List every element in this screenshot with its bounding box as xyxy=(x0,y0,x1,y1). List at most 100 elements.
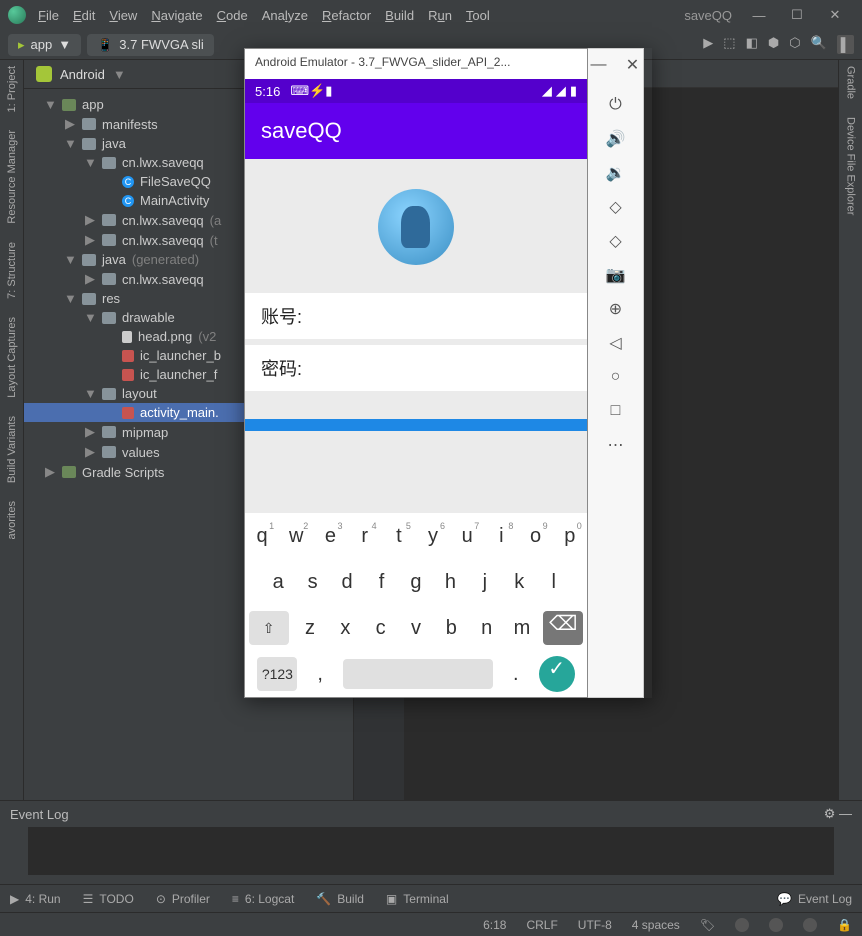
volume-up-icon[interactable]: 🔊 xyxy=(606,129,626,149)
key-h[interactable]: h xyxy=(436,571,464,594)
bottom-tab[interactable]: ▣Terminal xyxy=(386,892,449,906)
backspace-key[interactable]: ⌫ xyxy=(543,611,583,645)
key-n[interactable]: n xyxy=(473,617,501,640)
rotate-right-icon[interactable]: ◇ xyxy=(606,231,626,251)
inspection-icon[interactable]: 🏷 xyxy=(700,918,715,932)
key-b[interactable]: b xyxy=(437,617,465,640)
key-c[interactable]: c xyxy=(367,617,395,640)
line-separator[interactable]: CRLF xyxy=(526,918,557,932)
key-m[interactable]: m xyxy=(508,617,536,640)
menu-file[interactable]: File xyxy=(38,8,59,23)
zoom-icon[interactable]: ⊕ xyxy=(606,299,626,319)
key-d[interactable]: d xyxy=(333,571,361,594)
bottom-tab[interactable]: ⊙Profiler xyxy=(156,892,210,906)
key-q[interactable]: q1 xyxy=(248,525,276,548)
home-icon[interactable]: ○ xyxy=(606,367,626,387)
more-icon[interactable]: ⋯ xyxy=(606,435,626,455)
rotate-left-icon[interactable]: ◇ xyxy=(606,197,626,217)
menu-view[interactable]: View xyxy=(109,8,137,23)
key-a[interactable]: a xyxy=(264,571,292,594)
tool-window-tab[interactable]: 7: Structure xyxy=(6,242,18,299)
profile-icon[interactable]: ▌ xyxy=(837,35,854,54)
key-o[interactable]: o9 xyxy=(522,525,550,548)
toolbar-icon[interactable]: ◧ xyxy=(746,35,758,54)
shift-key[interactable]: ⇧ xyxy=(249,611,289,645)
menu-navigate[interactable]: Navigate xyxy=(151,8,202,23)
key-s[interactable]: s xyxy=(299,571,327,594)
search-icon[interactable]: 🔍 xyxy=(811,35,827,54)
toolbar-icon[interactable]: ⬚ xyxy=(723,35,735,54)
key-y[interactable]: y6 xyxy=(419,525,447,548)
emulator-minimize-icon[interactable]: — xyxy=(589,55,609,75)
bottom-tab[interactable]: ☰TODO xyxy=(83,892,134,906)
menu-run[interactable]: Run xyxy=(428,8,452,23)
indent[interactable]: 4 spaces xyxy=(632,918,680,932)
tool-window-tab[interactable]: Layout Captures xyxy=(6,317,18,398)
toolbar-icon[interactable]: ▶ xyxy=(703,35,713,54)
memory-face-icon[interactable] xyxy=(735,918,749,932)
menu-tool[interactable]: Tool xyxy=(466,8,490,23)
key-f[interactable]: f xyxy=(368,571,396,594)
tool-window-tab[interactable]: avorites xyxy=(6,501,18,540)
password-field[interactable]: 密码: xyxy=(245,345,587,391)
key-g[interactable]: g xyxy=(402,571,430,594)
tool-window-tab[interactable]: 1: Project xyxy=(6,66,18,112)
menu-code[interactable]: Code xyxy=(217,8,248,23)
key-e[interactable]: e3 xyxy=(316,525,344,548)
menu-edit[interactable]: Edit xyxy=(73,8,95,23)
memory-face-icon[interactable] xyxy=(769,918,783,932)
event-log-body[interactable] xyxy=(28,827,834,875)
encoding[interactable]: UTF-8 xyxy=(578,918,612,932)
right-tool-strip: Gradle Device File Explorer xyxy=(838,60,862,800)
key-l[interactable]: l xyxy=(540,571,568,594)
key-x[interactable]: x xyxy=(331,617,359,640)
symbols-key[interactable]: ?123 xyxy=(257,657,297,691)
back-icon[interactable]: ◁ xyxy=(606,333,626,353)
key-w[interactable]: w2 xyxy=(282,525,310,548)
tool-window-tab[interactable]: Resource Manager xyxy=(6,130,18,224)
avatar-image xyxy=(378,189,454,265)
account-field[interactable]: 账号: xyxy=(245,293,587,339)
period-key[interactable]: . xyxy=(502,663,530,686)
key-v[interactable]: v xyxy=(402,617,430,640)
space-key[interactable] xyxy=(343,659,493,689)
menu-refactor[interactable]: Refactor xyxy=(322,8,371,23)
lock-icon[interactable]: 🔒 xyxy=(837,918,852,932)
comma-key[interactable]: , xyxy=(306,663,334,686)
device-selector[interactable]: 📱3.7 FWVGA sli xyxy=(87,34,214,56)
power-icon[interactable]: ⏻ xyxy=(606,95,626,115)
tool-window-tab[interactable]: Gradle xyxy=(845,66,857,99)
key-p[interactable]: p0 xyxy=(556,525,584,548)
login-button[interactable] xyxy=(245,419,587,431)
minimize-button[interactable]: — xyxy=(740,1,778,29)
bottom-tab[interactable]: ▶4: Run xyxy=(10,892,61,906)
tool-window-tab[interactable]: Build Variants xyxy=(6,416,18,483)
key-t[interactable]: t5 xyxy=(385,525,413,548)
phone-status-bar: 5:16 ⌨ ⚡ ▮ ◢ ◢ ▮ xyxy=(245,79,587,103)
key-z[interactable]: z xyxy=(296,617,324,640)
enter-key[interactable]: ✓ xyxy=(539,656,575,692)
menu-build[interactable]: Build xyxy=(385,8,414,23)
key-r[interactable]: r4 xyxy=(351,525,379,548)
key-i[interactable]: i8 xyxy=(487,525,515,548)
tool-window-tab[interactable]: Device File Explorer xyxy=(845,117,857,215)
key-k[interactable]: k xyxy=(505,571,533,594)
bottom-tab-event-log[interactable]: 💬Event Log xyxy=(777,892,852,906)
memory-face-icon[interactable] xyxy=(803,918,817,932)
overview-icon[interactable]: □ xyxy=(606,401,626,421)
module-selector[interactable]: ▸app▼ xyxy=(8,34,81,56)
maximize-button[interactable]: ☐ xyxy=(778,1,816,29)
gear-icon[interactable]: ⚙ — xyxy=(824,806,852,822)
toolbar-icon[interactable]: ⬢ xyxy=(768,35,779,54)
close-button[interactable]: ✕ xyxy=(816,1,854,29)
toolbar-icon[interactable]: ⬡ xyxy=(789,35,800,54)
emulator-close-icon[interactable]: ✕ xyxy=(623,55,643,75)
bottom-tab[interactable]: ≡6: Logcat xyxy=(232,892,294,906)
android-emulator-window: Android Emulator - 3.7_FWVGA_slider_API_… xyxy=(244,48,652,698)
camera-icon[interactable]: 📷 xyxy=(606,265,626,285)
bottom-tab[interactable]: 🔨Build xyxy=(316,892,364,906)
key-j[interactable]: j xyxy=(471,571,499,594)
key-u[interactable]: u7 xyxy=(453,525,481,548)
volume-down-icon[interactable]: 🔉 xyxy=(606,163,626,183)
menu-analyze[interactable]: Analyze xyxy=(262,8,308,23)
